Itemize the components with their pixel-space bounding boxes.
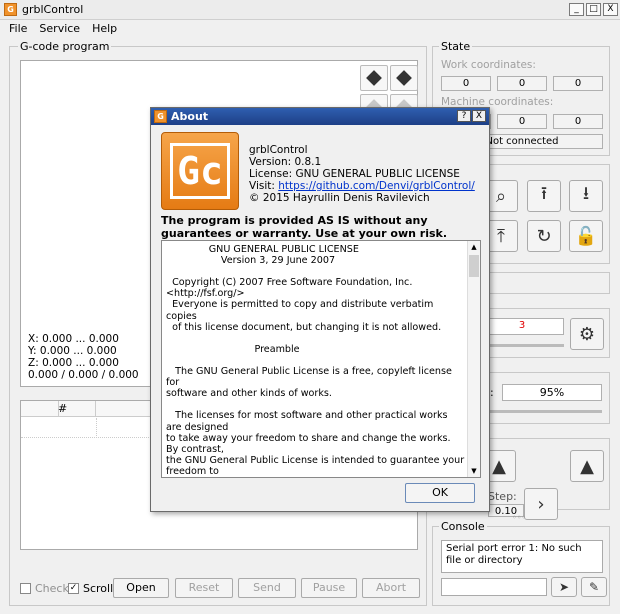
work-z: 0 xyxy=(553,76,603,91)
spindle-speed-value[interactable]: 3 xyxy=(480,318,564,335)
console-clear-button[interactable]: ✎ xyxy=(581,577,607,597)
arrow-up-bar-icon: ⤒ xyxy=(497,225,505,247)
ok-button[interactable]: OK xyxy=(405,483,475,503)
about-title: About xyxy=(171,110,209,123)
gear-icon: ⚙ xyxy=(578,323,596,345)
zero-down-icon: ⭳ xyxy=(582,183,590,204)
splitter-handle[interactable]: ◦◦◦ xyxy=(512,513,526,522)
x-bounds: X: 0.000 ... 0.000 xyxy=(28,333,119,345)
license-scrollbar[interactable]: ▲ ▼ xyxy=(467,241,480,477)
minimize-button[interactable]: _ xyxy=(569,3,584,16)
console-send-button[interactable]: ➤ xyxy=(551,577,577,597)
close-button[interactable]: X xyxy=(603,3,618,16)
menu-file[interactable]: File xyxy=(9,22,27,35)
state-title: State xyxy=(439,40,473,53)
about-close-button[interactable]: X xyxy=(472,110,486,122)
feed-label-tail: : xyxy=(490,386,494,399)
send-icon: ➤ xyxy=(558,580,570,594)
jog-z-plus-button[interactable]: ▲ xyxy=(570,450,604,482)
github-link[interactable]: https://github.com/Denvi/grblControl/ xyxy=(278,180,475,192)
app-name: grblControl xyxy=(249,144,308,156)
warranty-warning: The program is provided AS IS without an… xyxy=(161,214,447,240)
spindle-button[interactable]: ⚙ xyxy=(570,318,604,350)
copyright: © 2015 Hayrullin Denis Ravilevich xyxy=(249,192,430,204)
scroll-thumb[interactable] xyxy=(469,255,479,277)
unlock-button[interactable]: 🔓 xyxy=(569,220,603,252)
help-button[interactable]: ? xyxy=(457,110,471,122)
machine-z: 0 xyxy=(553,114,603,129)
license-text: GNU GENERAL PUBLIC LICENSE Version 3, 29… xyxy=(166,244,465,477)
open-button[interactable]: Open xyxy=(113,578,169,598)
scroll-down-icon[interactable]: ▼ xyxy=(468,465,480,477)
scroll-checkbox[interactable]: ✓ xyxy=(68,582,79,594)
license-text-area[interactable]: GNU GENERAL PUBLIC LICENSE Version 3, 29… xyxy=(161,240,481,478)
console-output[interactable]: Serial port error 1: No such file or dir… xyxy=(441,540,603,573)
view-iso-button[interactable] xyxy=(360,65,388,91)
app-version: Version: 0.8.1 xyxy=(249,156,322,168)
reset-button[interactable]: Reset xyxy=(175,578,233,598)
y-bounds: Y: 0.000 ... 0.000 xyxy=(28,345,117,357)
chevron-right-icon: › xyxy=(537,493,545,515)
magnify-icon: ⌕ xyxy=(495,185,507,207)
abort-button[interactable]: Abort xyxy=(362,578,420,598)
send-button[interactable]: Send xyxy=(238,578,296,598)
size-bounds: 0.000 / 0.000 / 0.000 xyxy=(28,369,139,381)
program-bounds: X: 0.000 ... 0.000 Y: 0.000 ... 0.000 Z:… xyxy=(28,333,139,381)
cube-icon xyxy=(396,70,412,86)
check-option[interactable]: Check xyxy=(20,578,69,598)
about-titlebar: G About xyxy=(151,108,489,125)
triangle-up-icon: ▲ xyxy=(580,455,594,477)
check-checkbox[interactable] xyxy=(20,582,31,594)
app-logo-icon: G xyxy=(154,110,167,123)
jog-x-plus-button[interactable]: › xyxy=(524,488,558,520)
work-coords-label: Work coordinates: xyxy=(441,59,536,71)
col-number[interactable]: # xyxy=(58,401,67,417)
console-command-input[interactable] xyxy=(441,578,547,596)
console-title: Console xyxy=(439,520,487,533)
scroll-option[interactable]: ✓ Scroll xyxy=(68,578,113,598)
unlock-icon: 🔓 xyxy=(574,225,598,247)
machine-y: 0 xyxy=(497,114,547,129)
triangle-up-icon: ▲ xyxy=(492,455,506,477)
app-logo-icon: G xyxy=(4,3,17,16)
refresh-icon: ↻ xyxy=(536,225,552,247)
zero-z-button[interactable]: ⭱ xyxy=(527,180,561,212)
visit-line: Visit: https://github.com/Denvi/grblCont… xyxy=(249,180,475,192)
window-title: grblControl xyxy=(22,3,84,16)
app-license: License: GNU GENERAL PUBLIC LICENSE xyxy=(249,168,460,180)
menu-service[interactable]: Service xyxy=(39,22,80,35)
about-info: grblControl Version: 0.8.1 License: GNU … xyxy=(249,144,475,204)
grblcontrol-logo: Gc xyxy=(161,132,239,210)
maximize-button[interactable]: □ xyxy=(586,3,601,16)
work-y: 0 xyxy=(497,76,547,91)
menu-bar: File Service Help xyxy=(0,20,620,36)
about-dialog: G About ? X Gc grblControl Version: 0.8.… xyxy=(150,107,490,512)
eraser-icon: ✎ xyxy=(588,580,600,594)
view-top-button[interactable] xyxy=(390,65,418,91)
zero-up-icon: ⭱ xyxy=(540,183,548,204)
cube-icon xyxy=(366,70,382,86)
reset-controller-button[interactable]: ↻ xyxy=(527,220,561,252)
menu-help[interactable]: Help xyxy=(92,22,117,35)
window-titlebar: G grblControl _ □ X xyxy=(0,0,620,20)
step-label-tail: Step: xyxy=(488,490,517,503)
scroll-up-icon[interactable]: ▲ xyxy=(468,241,480,253)
gcode-group-title: G-code program xyxy=(18,40,112,53)
restore-origin-button[interactable]: ⭳ xyxy=(569,180,603,212)
feed-percent[interactable]: 95% xyxy=(502,384,602,401)
z-bounds: Z: 0.000 ... 0.000 xyxy=(28,357,119,369)
work-x: 0 xyxy=(441,76,491,91)
pause-button[interactable]: Pause xyxy=(301,578,357,598)
